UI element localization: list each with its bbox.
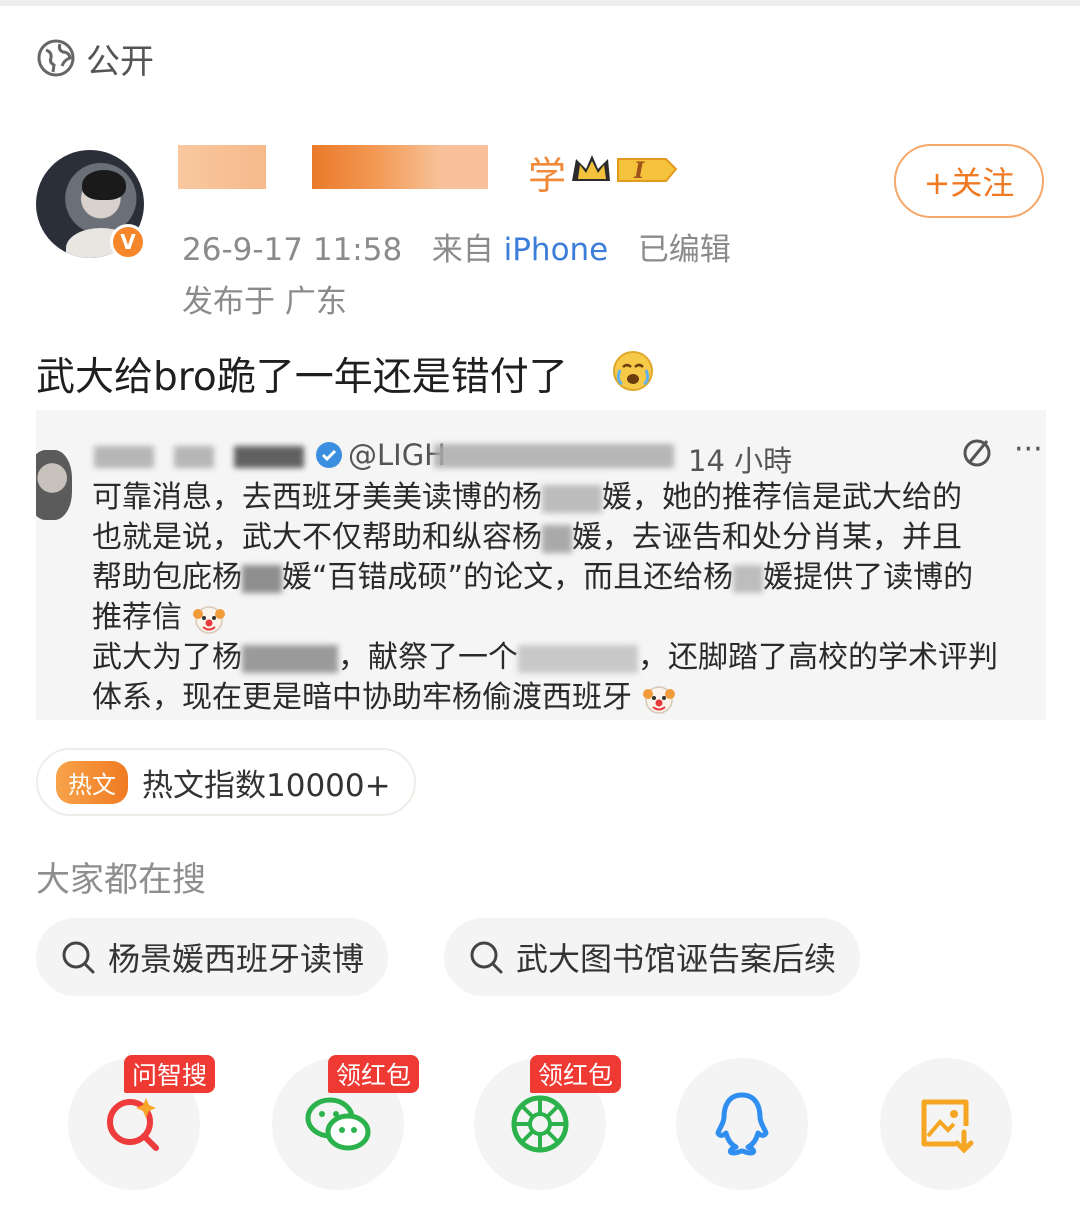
share-badge-wechat: 领红包 [328,1055,420,1093]
svg-text:I: I [633,158,645,184]
post-source[interactable]: iPhone [504,232,609,268]
save-image-icon [921,1099,974,1154]
hot-index-text: 热文指数10000+ [142,767,391,804]
share-qq-button[interactable] [676,1058,808,1190]
share-save-image-button[interactable] [880,1058,1012,1190]
top-divider [0,0,1080,6]
clown-emoji-icon-2 [642,685,675,714]
post-location: 发布于 广东 [182,284,347,320]
visibility-row: 公开 [36,36,154,82]
search-chip-label: 杨景媛西班牙读博 [108,940,365,978]
wechat-icon [305,1097,371,1151]
no-symbol-icon [963,439,991,467]
vip-crown-icon: I [572,155,678,184]
qq-icon [715,1092,769,1156]
verified-check-icon [316,442,342,468]
share-badge-ai: 问智搜 [124,1055,216,1093]
embedded-handle: @LIGH [348,438,446,472]
search-icon [470,941,503,974]
trending-search-title: 大家都在搜 [36,860,206,900]
search-chip-1[interactable]: 杨景媛西班牙读博 [36,918,389,996]
hot-tag: 热文 [56,760,128,804]
search-chip-2[interactable]: 武大图书馆诬告案后续 [444,918,861,996]
crying-emoji-icon [613,351,653,391]
share-badge-moments: 领红包 [530,1055,622,1093]
globe-icon [37,39,75,77]
post-time: 26-9-17 11:58 [182,232,403,268]
username-tail: 学 [528,154,566,198]
more-icon: ··· [1014,432,1043,467]
follow-button[interactable]: +关注 [894,144,1044,218]
search-icon [62,941,95,974]
ai-search-icon [107,1098,159,1151]
embedded-screenshot[interactable]: @LIGH 14 小時 ··· 可靠消息，去西班牙美美读博的杨 媛，她的推荐信是武… [36,410,1046,720]
clown-emoji-icon [192,605,225,634]
post-from: 来自 [431,232,494,268]
embedded-avatar [36,450,72,520]
post-text: 武大给bro跪了一年还是错付了 [36,355,568,400]
visibility-label: 公开 [86,41,154,82]
embedded-text: 可靠消息，去西班牙美美读博的杨 媛，她的推荐信是武大给的 也就是说，武大不仅帮助和… [92,480,998,715]
moments-icon [511,1095,569,1153]
search-chip-label: 武大图书馆诬告案后续 [516,940,837,978]
post-meta: 26-9-17 11:58 来自 iPhone 已编辑 [182,224,731,269]
hot-index-badge[interactable]: 热文 热文指数10000+ [36,748,416,816]
embedded-header: @LIGH 14 小時 ··· [94,432,1043,478]
verified-badge-icon: V [110,224,146,260]
post-edited[interactable]: 已编辑 [638,232,731,268]
username[interactable]: 学 I [178,145,698,198]
embedded-time: 14 小時 [688,444,793,478]
